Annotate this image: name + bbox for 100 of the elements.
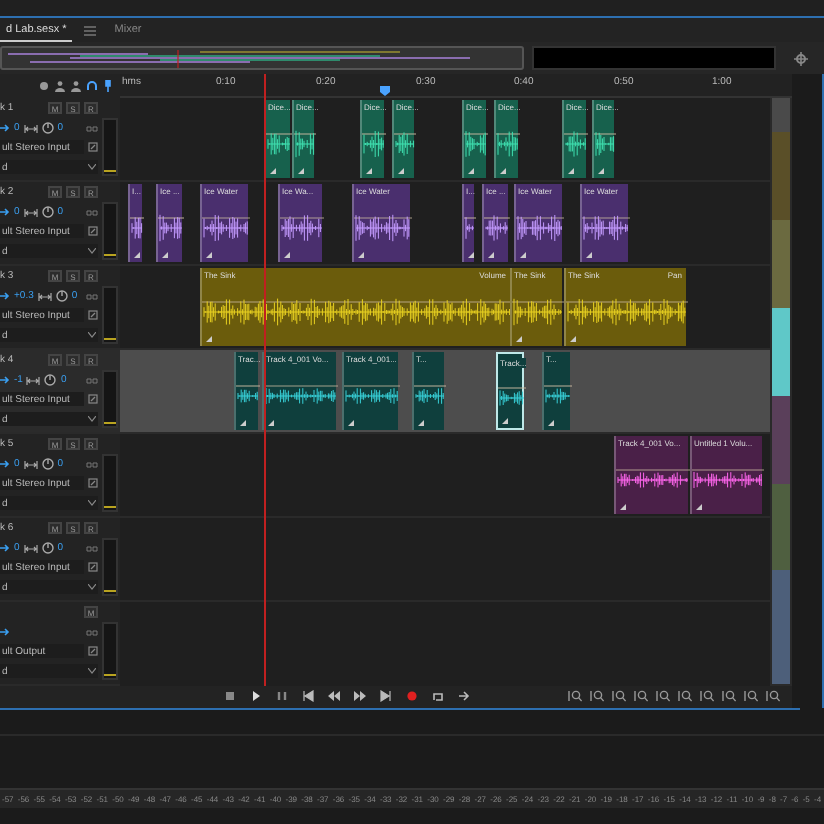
waveform-drawing	[617, 470, 689, 488]
patch-icon[interactable]	[88, 226, 98, 237]
skip-start-icon[interactable]	[302, 690, 314, 703]
clip-gain-icon	[696, 503, 702, 509]
clip-gain-icon	[570, 335, 576, 341]
waveform-drawing	[281, 213, 323, 241]
waveform-drawing	[395, 130, 415, 156]
waveform-drawing	[485, 213, 509, 241]
zoom-icon[interactable]	[722, 690, 736, 703]
stereo-width-icon[interactable]	[23, 543, 38, 554]
stereo-width-icon[interactable]	[23, 207, 38, 218]
pan-knob-icon[interactable]	[55, 290, 68, 303]
patch-icon[interactable]	[88, 394, 98, 405]
record-icon[interactable]	[406, 690, 418, 703]
clip-gain-icon	[206, 251, 212, 257]
clip-gain-icon	[468, 167, 474, 173]
gear-icon[interactable]	[38, 79, 50, 92]
zoom-out-icon[interactable]	[590, 690, 604, 703]
pan-knob-icon[interactable]	[41, 206, 54, 219]
pan-knob-icon[interactable]	[41, 542, 54, 555]
clip-gain-icon	[586, 251, 592, 257]
clip-gain-icon	[134, 251, 140, 257]
pan-knob-icon[interactable]	[44, 374, 57, 387]
fast-forward-icon[interactable]	[354, 690, 366, 703]
patch-icon[interactable]	[88, 646, 98, 657]
clip-gain-icon	[516, 335, 522, 341]
clip-gain-icon	[270, 167, 276, 173]
vertical-scrollbar[interactable]	[770, 97, 792, 685]
person-icon[interactable]	[70, 79, 82, 92]
hand-icon[interactable]	[744, 690, 758, 703]
play-icon[interactable]	[250, 690, 262, 703]
pan-knob-icon[interactable]	[41, 122, 54, 135]
person-icon[interactable]	[54, 79, 66, 92]
arrow-icon	[0, 628, 10, 637]
stereo-width-icon[interactable]	[26, 375, 41, 386]
link-icon[interactable]	[86, 629, 98, 636]
stereo-width-icon[interactable]	[23, 123, 38, 134]
waveform-drawing	[517, 213, 563, 241]
patch-icon[interactable]	[88, 562, 98, 573]
caret-icon	[88, 248, 96, 255]
stop-icon[interactable]	[224, 690, 236, 703]
caret-icon	[88, 584, 96, 591]
clip-gain-icon	[548, 419, 554, 425]
waveform-drawing	[237, 388, 259, 402]
arrow-icon	[0, 124, 10, 133]
arrow-icon	[0, 292, 10, 301]
pause-icon[interactable]	[276, 690, 288, 703]
patch-icon[interactable]	[88, 478, 98, 489]
clip-gain-icon	[598, 167, 604, 173]
link-icon[interactable]	[86, 545, 98, 552]
pin-icon[interactable]	[102, 79, 114, 92]
clip-gain-icon	[162, 251, 168, 257]
stereo-width-icon[interactable]	[23, 459, 38, 470]
skip-end-icon[interactable]	[380, 690, 392, 703]
rewind-icon[interactable]	[328, 690, 340, 703]
zoom-icon[interactable]	[656, 690, 670, 703]
link-icon[interactable]	[86, 125, 98, 132]
waveform-drawing	[545, 387, 571, 403]
headphones-icon[interactable]	[86, 79, 98, 92]
clip-gain-icon	[298, 167, 304, 173]
zoom-in-icon[interactable]	[568, 690, 582, 703]
waveform-drawing	[345, 386, 399, 404]
waveform-drawing	[595, 130, 615, 156]
link-icon[interactable]	[86, 209, 98, 216]
waveform-drawing	[565, 129, 587, 157]
zoom-in-icon[interactable]	[612, 690, 626, 703]
arrow-icon	[0, 460, 10, 469]
clip-gain-icon	[620, 503, 626, 509]
pan-knob-icon[interactable]	[41, 458, 54, 471]
stereo-width-icon[interactable]	[37, 291, 52, 302]
clip-gain-icon	[500, 167, 506, 173]
zoom-out-icon[interactable]	[634, 690, 648, 703]
waveform-drawing	[465, 215, 475, 239]
link-icon[interactable]	[86, 461, 98, 468]
menu-icon[interactable]	[84, 25, 97, 35]
waveform-drawing	[267, 131, 291, 155]
waveform-drawing	[693, 470, 763, 488]
waveform-drawing	[465, 129, 487, 157]
waveform-drawing	[583, 214, 629, 240]
loop-icon[interactable]	[432, 690, 444, 703]
zoom-out-icon[interactable]	[700, 690, 714, 703]
clip-gain-icon	[348, 419, 354, 425]
clip-gain-icon	[398, 167, 404, 173]
arrow-icon	[0, 208, 10, 217]
zoom-icon[interactable]	[766, 690, 780, 703]
waveform-drawing	[415, 386, 445, 404]
zoom-in-icon[interactable]	[678, 690, 692, 703]
patch-icon[interactable]	[88, 310, 98, 321]
waveform-drawing	[159, 213, 183, 241]
waveform-drawing	[203, 213, 249, 241]
waveform-drawing	[497, 130, 519, 156]
clip-gain-icon	[520, 251, 526, 257]
waveform-drawing	[355, 213, 411, 241]
patch-icon[interactable]	[88, 142, 98, 153]
settings-icon[interactable]	[794, 51, 808, 65]
clip-gain-icon	[240, 419, 246, 425]
link-icon[interactable]	[86, 293, 98, 300]
skip-icon[interactable]	[458, 690, 470, 703]
overview-drawing[interactable]	[0, 46, 524, 70]
arrow-icon	[0, 544, 10, 553]
